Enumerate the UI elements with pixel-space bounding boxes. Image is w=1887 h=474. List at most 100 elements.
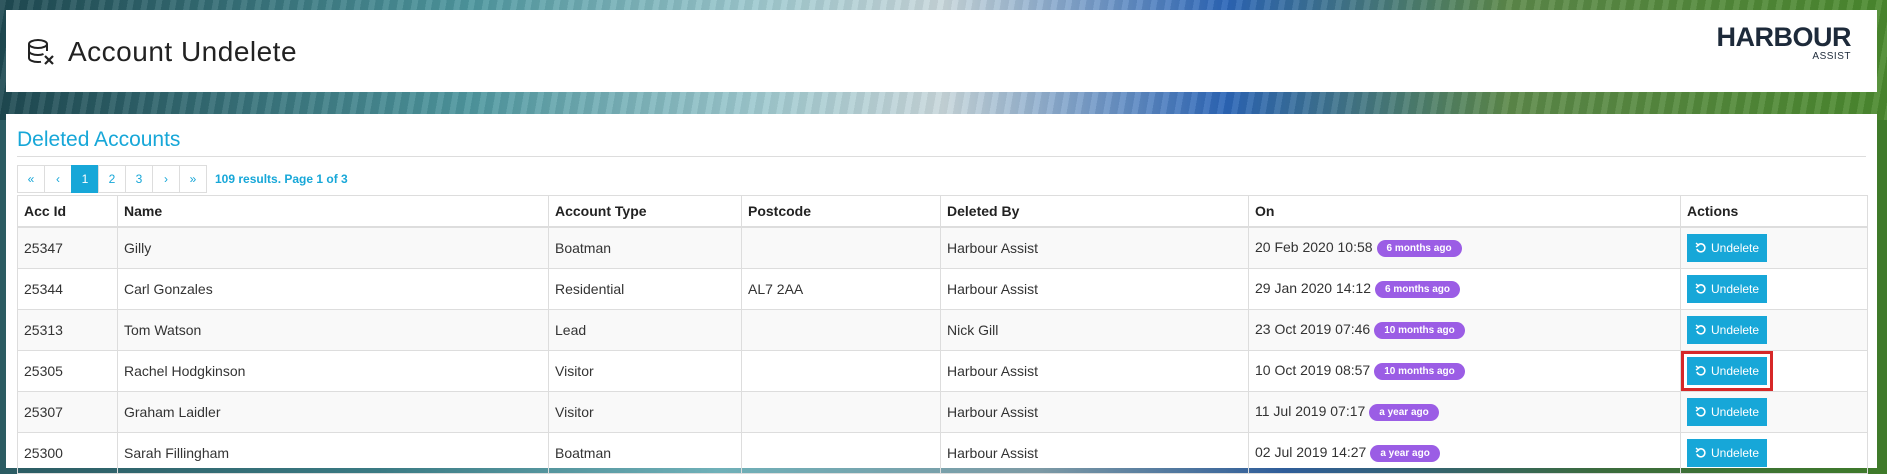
pagination: « ‹ 1 2 3 › » 109 results. Page 1 of 3 <box>17 165 1866 193</box>
undelete-button-highlighted[interactable]: Undelete <box>1680 351 1774 391</box>
table-row: 25305 Rachel Hodgkinson Visitor Harbour … <box>17 350 1868 392</box>
column-header-name[interactable]: Name <box>117 195 549 228</box>
deleted-date: 29 Jan 2020 14:12 <box>1255 280 1371 297</box>
undo-icon <box>1695 242 1706 253</box>
section-title: Deleted Accounts <box>17 128 1866 157</box>
postcode-cell <box>741 309 941 351</box>
undelete-button[interactable]: Undelete <box>1687 234 1768 262</box>
page-2-button[interactable]: 2 <box>98 165 126 193</box>
on-cell: 29 Jan 2020 14:12 6 months ago <box>1248 268 1681 310</box>
name-cell: Carl Gonzales <box>117 268 549 310</box>
undelete-button[interactable]: Undelete <box>1687 398 1768 426</box>
undelete-button-label: Undelete <box>1711 446 1760 460</box>
acc-id-cell: 25313 <box>17 309 118 351</box>
time-ago-badge: 6 months ago <box>1375 280 1461 298</box>
name-cell: Rachel Hodgkinson <box>117 350 549 392</box>
page-1-button[interactable]: 1 <box>71 165 99 193</box>
postcode-cell <box>741 226 941 269</box>
deleted-by-cell: Harbour Assist <box>940 268 1249 310</box>
time-ago-badge: 10 months ago <box>1374 321 1465 339</box>
on-cell: 20 Feb 2020 10:58 6 months ago <box>1248 226 1681 269</box>
deleted-accounts-panel: Deleted Accounts « ‹ 1 2 3 › » 109 resul… <box>6 114 1877 474</box>
column-header-account-type[interactable]: Account Type <box>548 195 742 228</box>
undelete-button-label: Undelete <box>1711 405 1760 419</box>
undelete-button-label: Undelete <box>1711 282 1760 296</box>
previous-page-button[interactable]: ‹ <box>44 165 72 193</box>
undo-icon <box>1695 447 1706 458</box>
table-header-row: Acc Id Name Account Type Postcode Delete… <box>17 195 1868 228</box>
actions-cell: Undelete <box>1680 391 1868 433</box>
time-ago-badge: a year ago <box>1369 403 1439 421</box>
column-header-actions: Actions <box>1680 195 1868 228</box>
name-cell: Tom Watson <box>117 309 549 351</box>
undelete-button-label: Undelete <box>1711 364 1760 378</box>
next-page-button[interactable]: › <box>152 165 180 193</box>
column-header-deleted-by[interactable]: Deleted By <box>940 195 1249 228</box>
postcode-cell <box>741 391 941 433</box>
logo-main-text: HARBOUR <box>1716 22 1852 52</box>
name-cell: Gilly <box>117 226 549 269</box>
deleted-accounts-table: Acc Id Name Account Type Postcode Delete… <box>17 195 1868 474</box>
actions-cell: Undelete <box>1680 268 1868 310</box>
undelete-button[interactable]: Undelete <box>1687 439 1768 467</box>
account-type-cell: Visitor <box>548 391 742 433</box>
table-row: 25307 Graham Laidler Visitor Harbour Ass… <box>17 391 1868 433</box>
last-page-button[interactable]: » <box>179 165 207 193</box>
time-ago-badge: a year ago <box>1370 444 1440 462</box>
on-cell: 23 Oct 2019 07:46 10 months ago <box>1248 309 1681 351</box>
deleted-date: 02 Jul 2019 14:27 <box>1255 444 1367 461</box>
acc-id-cell: 25347 <box>17 226 118 269</box>
column-header-acc-id[interactable]: Acc Id <box>17 195 118 228</box>
table-row: 25313 Tom Watson Lead Nick Gill 23 Oct 2… <box>17 309 1868 351</box>
actions-cell: Undelete <box>1680 226 1868 269</box>
on-cell: 11 Jul 2019 07:17 a year ago <box>1248 391 1681 433</box>
account-type-cell: Boatman <box>548 226 742 269</box>
on-cell: 02 Jul 2019 14:27 a year ago <box>1248 432 1681 474</box>
time-ago-badge: 10 months ago <box>1374 362 1465 380</box>
account-type-cell: Lead <box>548 309 742 351</box>
actions-cell: Undelete <box>1680 432 1868 474</box>
acc-id-cell: 25344 <box>17 268 118 310</box>
account-type-cell: Boatman <box>548 432 742 474</box>
column-header-on[interactable]: On <box>1248 195 1681 228</box>
database-remove-icon <box>28 39 54 65</box>
undo-icon <box>1695 283 1706 294</box>
title-wrap: Account Undelete <box>26 36 297 68</box>
deleted-by-cell: Nick Gill <box>940 309 1249 351</box>
undo-icon <box>1695 406 1706 417</box>
postcode-cell <box>741 350 941 392</box>
harbour-assist-logo: HARBOUR ASSIST <box>1717 24 1852 62</box>
deleted-date: 23 Oct 2019 07:46 <box>1255 321 1371 338</box>
table-row: 25347 Gilly Boatman Harbour Assist 20 Fe… <box>17 226 1868 269</box>
deleted-by-cell: Harbour Assist <box>940 350 1249 392</box>
time-ago-badge: 6 months ago <box>1376 239 1462 257</box>
account-type-cell: Residential <box>548 268 742 310</box>
postcode-cell <box>741 432 941 474</box>
acc-id-cell: 25307 <box>17 391 118 433</box>
undelete-button[interactable]: Undelete <box>1687 316 1768 344</box>
undelete-button[interactable]: Undelete <box>1687 275 1768 303</box>
actions-cell: Undelete <box>1680 309 1868 351</box>
page-header: Account Undelete HARBOUR ASSIST <box>6 10 1877 92</box>
undelete-button-label: Undelete <box>1711 241 1760 255</box>
logo-sub-text: ASSIST <box>1812 51 1851 62</box>
table-row: 25344 Carl Gonzales Residential AL7 2AA … <box>17 268 1868 310</box>
undo-icon <box>1695 324 1706 335</box>
deleted-date: 11 Jul 2019 07:17 <box>1255 403 1366 420</box>
deleted-by-cell: Harbour Assist <box>940 391 1249 433</box>
column-header-postcode[interactable]: Postcode <box>741 195 941 228</box>
acc-id-cell: 25300 <box>17 432 118 474</box>
undelete-button-label: Undelete <box>1711 323 1760 337</box>
table-row: 25300 Sarah Fillingham Boatman Harbour A… <box>17 432 1868 474</box>
deleted-by-cell: Harbour Assist <box>940 432 1249 474</box>
pagination-info: 109 results. Page 1 of 3 <box>215 172 348 186</box>
account-type-cell: Visitor <box>548 350 742 392</box>
first-page-button[interactable]: « <box>17 165 45 193</box>
on-cell: 10 Oct 2019 08:57 10 months ago <box>1248 350 1681 392</box>
undo-icon <box>1695 365 1706 376</box>
deleted-date: 20 Feb 2020 10:58 <box>1255 239 1373 256</box>
name-cell: Sarah Fillingham <box>117 432 549 474</box>
page-title: Account Undelete <box>68 36 298 67</box>
page-3-button[interactable]: 3 <box>125 165 153 193</box>
deleted-by-cell: Harbour Assist <box>940 226 1249 269</box>
